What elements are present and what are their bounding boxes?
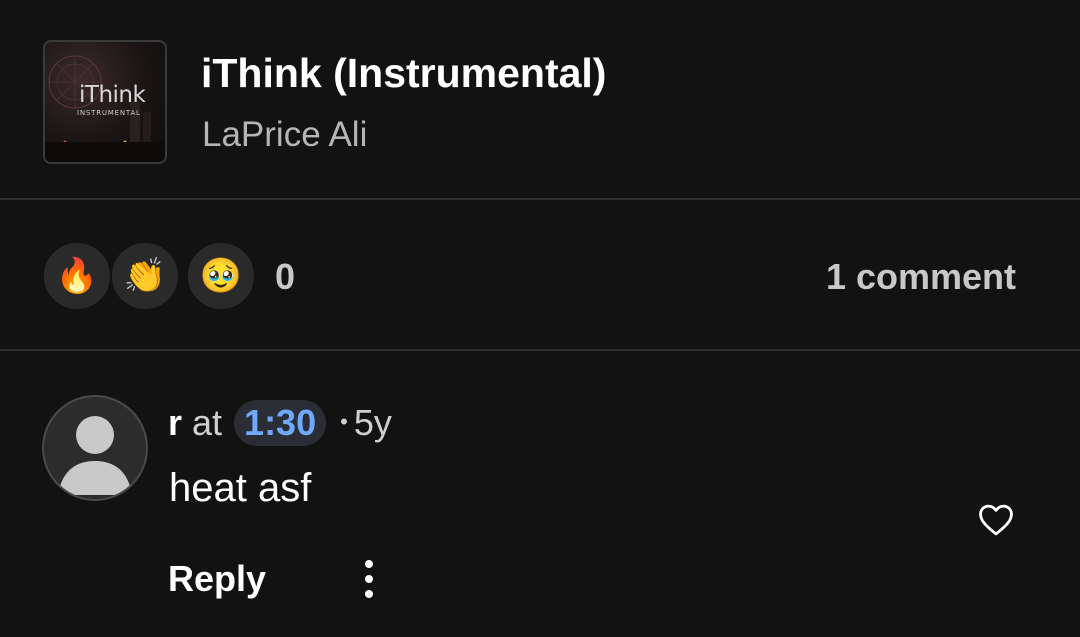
track-title[interactable]: iThink (Instrumental) xyxy=(201,50,606,97)
comment-timestamp-chip[interactable]: 1:30 xyxy=(234,400,327,446)
comment-at-label: at xyxy=(192,402,223,443)
reaction-clap[interactable]: 👏 xyxy=(110,241,180,311)
artwork-subtitle: INSTRUMENTAL xyxy=(77,109,141,117)
header-divider xyxy=(0,198,1080,200)
heart-outline-icon xyxy=(979,504,1013,536)
more-options-button[interactable] xyxy=(352,556,386,602)
track-artwork[interactable]: iThink INSTRUMENTAL xyxy=(43,40,167,164)
reaction-fire[interactable]: 🔥 xyxy=(42,241,112,311)
pleading-face-icon: 🥹 xyxy=(199,256,243,296)
reaction-count: 0 xyxy=(275,256,296,297)
comment-text: heat asf xyxy=(169,466,312,510)
clap-icon: 👏 xyxy=(123,256,167,296)
default-user-icon xyxy=(58,416,132,495)
comment-age: 5y xyxy=(353,402,392,443)
comment-username[interactable]: r xyxy=(168,402,182,444)
like-button[interactable] xyxy=(974,500,1018,540)
avatar[interactable] xyxy=(42,395,148,501)
comment-meta: r at 1:30 • 5y xyxy=(168,398,392,448)
meta-separator: • xyxy=(340,409,348,434)
track-header: iThink INSTRUMENTAL iThink (Instrumental… xyxy=(0,0,1080,198)
track-artist[interactable]: LaPrice Ali xyxy=(202,115,367,155)
comment-count[interactable]: 1 comment xyxy=(826,256,1016,298)
reactions-divider xyxy=(0,349,1080,351)
reaction-pleading[interactable]: 🥹 xyxy=(186,241,256,311)
fire-icon: 🔥 xyxy=(55,256,99,296)
artwork-title: iThink xyxy=(79,82,146,108)
reply-button[interactable]: Reply xyxy=(168,558,266,600)
vertical-ellipsis-icon xyxy=(365,560,373,598)
